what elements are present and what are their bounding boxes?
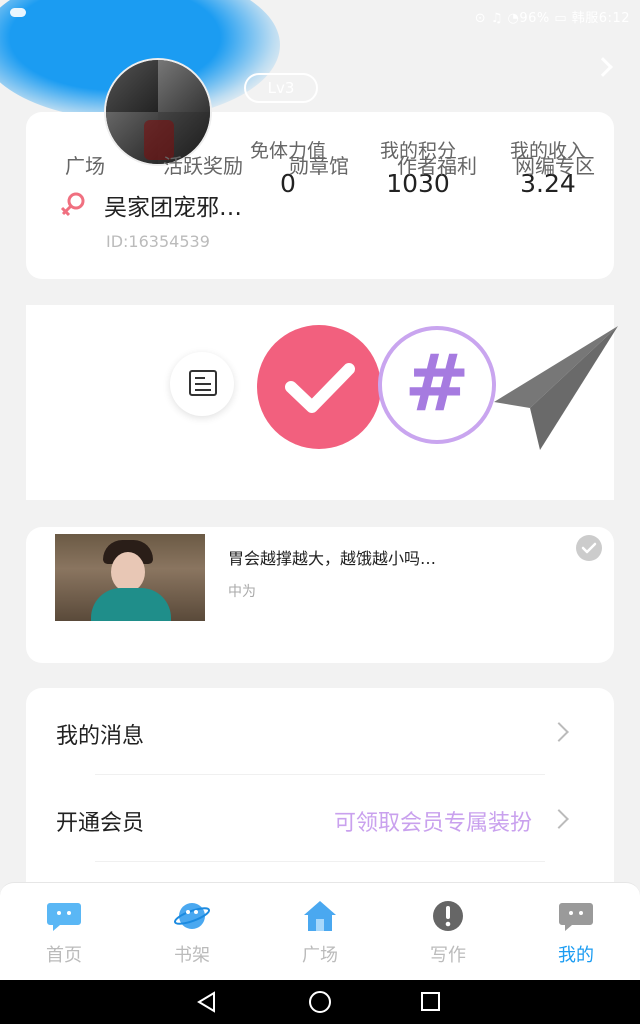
chevron-right-icon — [549, 722, 569, 742]
menu-item-medal-hall[interactable]: 勋章馆 — [260, 0, 378, 195]
menu-item-label: 作者福利 — [397, 154, 477, 178]
document-line — [195, 383, 211, 385]
article-title[interactable]: 胃会越撑越大，越饿越小吗… — [228, 545, 436, 569]
menu-item-activity-reward[interactable]: 活跃奖励 — [144, 0, 262, 195]
open-membership-row[interactable]: 开通会员 可领取会员专属装扮 — [56, 775, 576, 862]
hashtag-icon[interactable]: # — [378, 326, 496, 444]
tab-label: 写作 — [430, 945, 466, 966]
document-line — [195, 389, 211, 391]
menu-item-editor-zone[interactable]: 网编专区 — [496, 0, 614, 195]
tab-home[interactable]: 首页 — [0, 883, 128, 981]
my-messages-row[interactable]: 我的消息 — [56, 688, 576, 775]
document-line — [195, 377, 205, 379]
document-icon — [189, 370, 217, 396]
check-badge-icon[interactable] — [257, 325, 381, 449]
chevron-right-icon — [549, 809, 569, 829]
cloud-icon — [10, 8, 26, 17]
home-icon — [304, 901, 336, 931]
tab-label: 我的 — [558, 945, 594, 966]
thumbnail-detail — [111, 552, 145, 592]
tab-mine[interactable]: 我的 — [512, 883, 640, 981]
tab-bookshelf[interactable]: 书架 — [128, 883, 256, 981]
tab-square[interactable]: 广场 — [256, 883, 384, 981]
article-author: 中为 — [228, 584, 256, 600]
user-id: ID:16354539 — [106, 232, 210, 251]
tab-label: 书架 — [174, 945, 210, 966]
recent-apps-icon[interactable] — [421, 992, 440, 1011]
tab-label: 广场 — [302, 945, 338, 966]
checklist-icon[interactable] — [170, 352, 234, 416]
exclamation-icon — [433, 901, 463, 931]
article-thumbnail[interactable] — [55, 534, 205, 621]
menu-item-square[interactable]: 广场 — [26, 0, 144, 195]
menu-item-label: 勋章馆 — [289, 154, 349, 178]
tab-label: 首页 — [46, 945, 82, 966]
system-nav-bar — [0, 980, 640, 1024]
divider — [95, 861, 545, 862]
bottom-tab-bar: 首页 书架 广场 写作 我的 — [0, 882, 640, 980]
chat-face-icon — [559, 903, 593, 931]
menu-item-label: 广场 — [65, 154, 105, 178]
menu-item-label: 网编专区 — [515, 154, 595, 178]
check-circle-icon[interactable] — [576, 535, 602, 561]
menu-item-author-benefits[interactable]: 作者福利 — [378, 0, 496, 195]
thumbnail-detail — [91, 588, 171, 621]
membership-hint: 可领取会员专属装扮 — [333, 811, 532, 836]
home-button-icon[interactable] — [309, 991, 331, 1013]
row-label: 我的消息 — [56, 724, 145, 749]
tab-write[interactable]: 写作 — [384, 883, 512, 981]
chat-bubble-icon — [47, 903, 81, 931]
menu-item-label: 活跃奖励 — [163, 154, 243, 178]
row-label: 开通会员 — [56, 811, 145, 836]
planet-icon — [174, 903, 210, 929]
paper-plane-icon[interactable] — [492, 322, 622, 452]
back-icon[interactable] — [196, 991, 218, 1013]
